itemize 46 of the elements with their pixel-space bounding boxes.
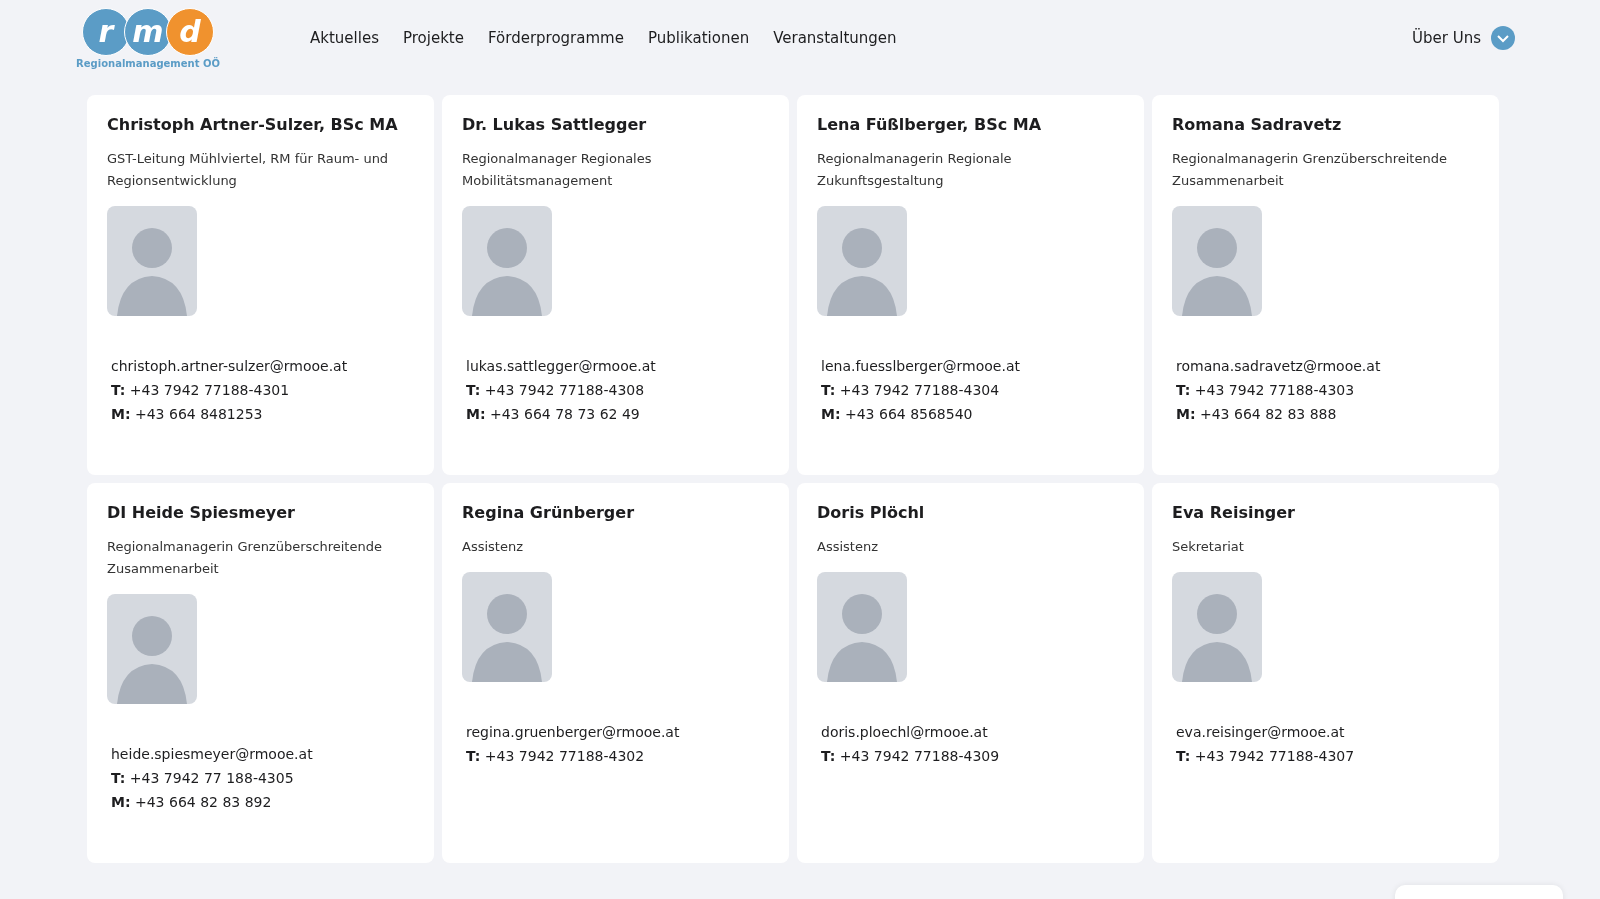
email-link[interactable]: lukas.sattlegger@rmooe.at [466,354,769,378]
email-link[interactable]: doris.ploechl@rmooe.at [821,720,1124,744]
email-link[interactable]: eva.reisinger@rmooe.at [1176,720,1479,744]
person-role: GST-Leitung Mühlviertel, RM für Raum- und Regionsentwicklung [107,150,390,190]
person-name: Doris Plöchl [817,503,926,522]
nav-link[interactable]: Förderprogramme [487,29,624,47]
nav-link[interactable]: Publikationen [647,29,750,47]
logo-subtitle: Regionalmanagement OÖ [76,57,220,69]
logo-circle: d [166,7,214,56]
phone-number: M: +43 664 8481253 [111,405,264,424]
nav-link[interactable]: Über Uns [1412,29,1481,47]
phone-number: M: +43 664 8568540 [821,405,974,424]
email-link[interactable]: heide.spiesmeyer@rmooe.at [111,742,414,766]
person-role: Regionalmanagerin Grenzüberschreitende Zusammenarbeit [107,538,383,578]
email-link[interactable]: romana.sadravetz@rmooe.at [1176,354,1479,378]
person-role: Regionalmanager Regionales Mobilitätsmanagement [462,150,653,190]
person-name: Lena Füßlberger, BSc MA [817,115,1043,134]
person-role: Assistenz [462,538,524,556]
person-role: Assistenz [817,538,879,556]
phone-number: T: +43 7942 77188-4308 [466,381,646,400]
phone-number: T: +43 7942 77188-4301 [111,381,291,400]
phone-number: M: +43 664 82 83 888 [1176,405,1338,424]
person-name: Christoph Artner-Sulzer, BSc MA [107,115,399,134]
person-name: Dr. Lukas Sattlegger [462,115,648,134]
phone-number: T: +43 7942 77 188-4305 [111,769,295,788]
person-role: Sekretariat [1172,538,1245,556]
phone-number: T: +43 7942 77188-4307 [1176,747,1356,766]
person-role: Regionalmanagerin Regionale Zukunftsgestaltung [817,150,1013,190]
phone-number: M: +43 664 78 73 62 49 [466,405,641,424]
phone-number: T: +43 7942 77188-4309 [821,747,1001,766]
nav-link[interactable]: Veranstaltungen [773,29,897,47]
person-name: Romana Sadravetz [1172,115,1343,134]
person-name: Regina Grünberger [462,503,636,522]
person-name: DI Heide Spiesmeyer [107,503,296,522]
person-name: Eva Reisinger [1172,503,1296,522]
phone-number: T: +43 7942 77188-4304 [821,381,1001,400]
person-role: Regionalmanagerin Grenzüberschreitende Zusammenarbeit [1172,150,1448,190]
nav-link[interactable]: Projekte [402,29,464,47]
nav-link[interactable]: Aktuelles [310,29,379,47]
phone-number: M: +43 664 82 83 892 [111,793,273,812]
email-link[interactable]: lena.fuesslberger@rmooe.at [821,354,1124,378]
phone-number: T: +43 7942 77188-4303 [1176,381,1356,400]
email-link[interactable]: regina.gruenberger@rmooe.at [466,720,769,744]
chevron-icon[interactable] [1491,26,1515,50]
phone-number: T: +43 7942 77188-4302 [466,747,646,766]
email-link[interactable]: christoph.artner-sulzer@rmooe.at [111,354,414,378]
